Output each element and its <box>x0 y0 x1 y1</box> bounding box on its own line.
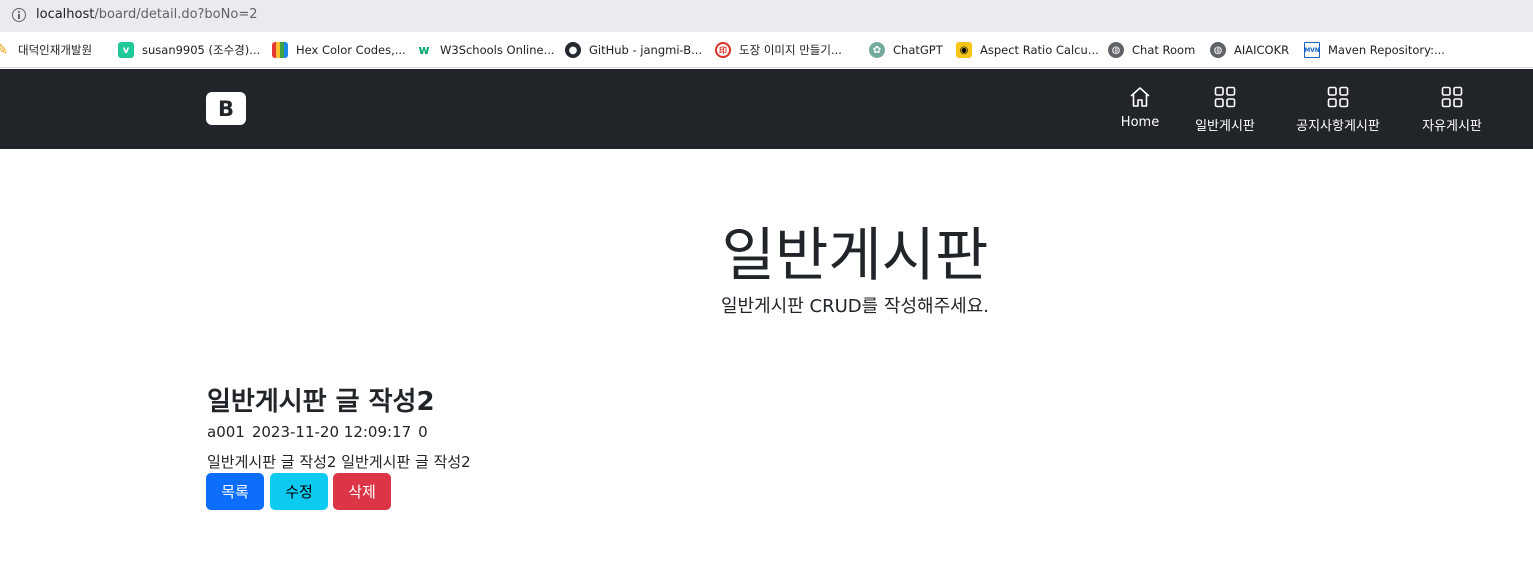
globe-icon: ◍ <box>1210 42 1226 58</box>
color-bars-icon <box>272 42 288 58</box>
nav-label: Home <box>1120 115 1160 130</box>
brand-letter: B <box>217 96 234 121</box>
page-title: 일반게시판 <box>721 221 989 289</box>
post-meta: a001 2023-11-20 12:09:17 0 <box>207 423 428 441</box>
bookmark-label: ChatGPT <box>893 43 943 57</box>
globe-icon: ◍ <box>1108 42 1124 58</box>
bookmark-item[interactable]: ✿ ChatGPT <box>869 42 943 58</box>
post-date: 2023-11-20 12:09:17 <box>251 423 412 441</box>
grid-icon <box>1441 86 1463 108</box>
bookmark-item[interactable]: Hex Color Codes,... <box>272 42 406 58</box>
bookmark-item[interactable]: ◍ Chat Room <box>1108 42 1195 58</box>
bookmark-label: Aspect Ratio Calcu... <box>980 43 1099 57</box>
bookmark-label: AIAICOKR <box>1234 43 1290 57</box>
grid-icon <box>1327 86 1349 108</box>
bookmark-item[interactable]: w W3Schools Online... <box>416 42 555 58</box>
browser-address-bar[interactable]: localhost/board/detail.do?boNo=2 <box>0 0 1533 32</box>
bookmark-label: W3Schools Online... <box>440 43 555 57</box>
url-path: /board/detail.do?boNo=2 <box>94 7 258 22</box>
bookmark-label: 대덕인재개발원 <box>18 43 93 57</box>
url-text[interactable]: localhost/board/detail.do?boNo=2 <box>36 7 257 22</box>
brand-logo[interactable]: B <box>206 92 246 125</box>
bookmark-label: Hex Color Codes,... <box>296 43 406 57</box>
bookmark-item[interactable]: ◉ Aspect Ratio Calcu... <box>956 42 1099 58</box>
nav-notice-board[interactable]: 공지사항게시판 <box>1288 85 1388 135</box>
pencil-icon: ✎ <box>0 42 8 58</box>
post-title: 일반게시판 글 작성2 <box>207 387 435 417</box>
site-info-icon[interactable] <box>12 8 26 22</box>
edit-button[interactable]: 수정 <box>270 473 328 510</box>
post-hit-count: 0 <box>418 423 428 441</box>
nav-label: 공지사항게시판 <box>1296 119 1380 134</box>
github-icon: ● <box>565 42 581 58</box>
w3schools-icon: w <box>418 43 430 57</box>
home-icon <box>1130 87 1150 107</box>
grid-icon <box>1214 86 1236 108</box>
stamp-icon: 印 <box>715 42 731 58</box>
nav-home[interactable]: Home <box>1120 85 1160 135</box>
nav-general-board[interactable]: 일반게시판 <box>1190 85 1260 135</box>
bookmark-label: GitHub - jangmi-B... <box>589 43 703 57</box>
aspect-ratio-icon: ◉ <box>956 42 972 58</box>
bookmark-item[interactable]: 印 도장 이미지 만들기... <box>715 42 842 58</box>
top-navbar: B Home 일반게시판 공지사항게시판 자유게시판 <box>0 69 1533 149</box>
nav-free-board[interactable]: 자유게시판 <box>1416 85 1488 135</box>
bookmark-label: Chat Room <box>1132 43 1196 57</box>
nav-label: 자유게시판 <box>1422 119 1482 134</box>
url-host: localhost <box>36 7 95 22</box>
bookmark-item[interactable]: ✎ 대덕인재개발원 <box>0 42 92 58</box>
v-icon: v <box>118 42 134 58</box>
delete-button[interactable]: 삭제 <box>333 473 391 510</box>
bookmark-item[interactable]: ● GitHub - jangmi-B... <box>565 42 702 58</box>
bookmark-item[interactable]: MVN Maven Repository:... <box>1304 42 1445 58</box>
bookmark-label: susan9905 (조수경)... <box>142 43 261 57</box>
nav-label: 일반게시판 <box>1195 119 1255 134</box>
post-content: 일반게시판 글 작성2 일반게시판 글 작성2 <box>207 453 471 471</box>
list-button[interactable]: 목록 <box>206 473 264 510</box>
post-writer: a001 <box>207 423 245 441</box>
bookmark-item[interactable]: ◍ AIAICOKR <box>1210 42 1289 58</box>
bookmark-item[interactable]: v susan9905 (조수경)... <box>118 42 260 58</box>
maven-icon: MVN <box>1304 42 1320 58</box>
chatgpt-icon: ✿ <box>869 42 885 58</box>
bookmark-label: 도장 이미지 만들기... <box>739 43 842 57</box>
page-subtitle: 일반게시판 CRUD를 작성해주세요. <box>721 296 989 317</box>
bookmarks-bar: ✎ 대덕인재개발원 v susan9905 (조수경)... Hex Color… <box>0 32 1533 68</box>
bookmark-label: Maven Repository:... <box>1328 43 1445 57</box>
